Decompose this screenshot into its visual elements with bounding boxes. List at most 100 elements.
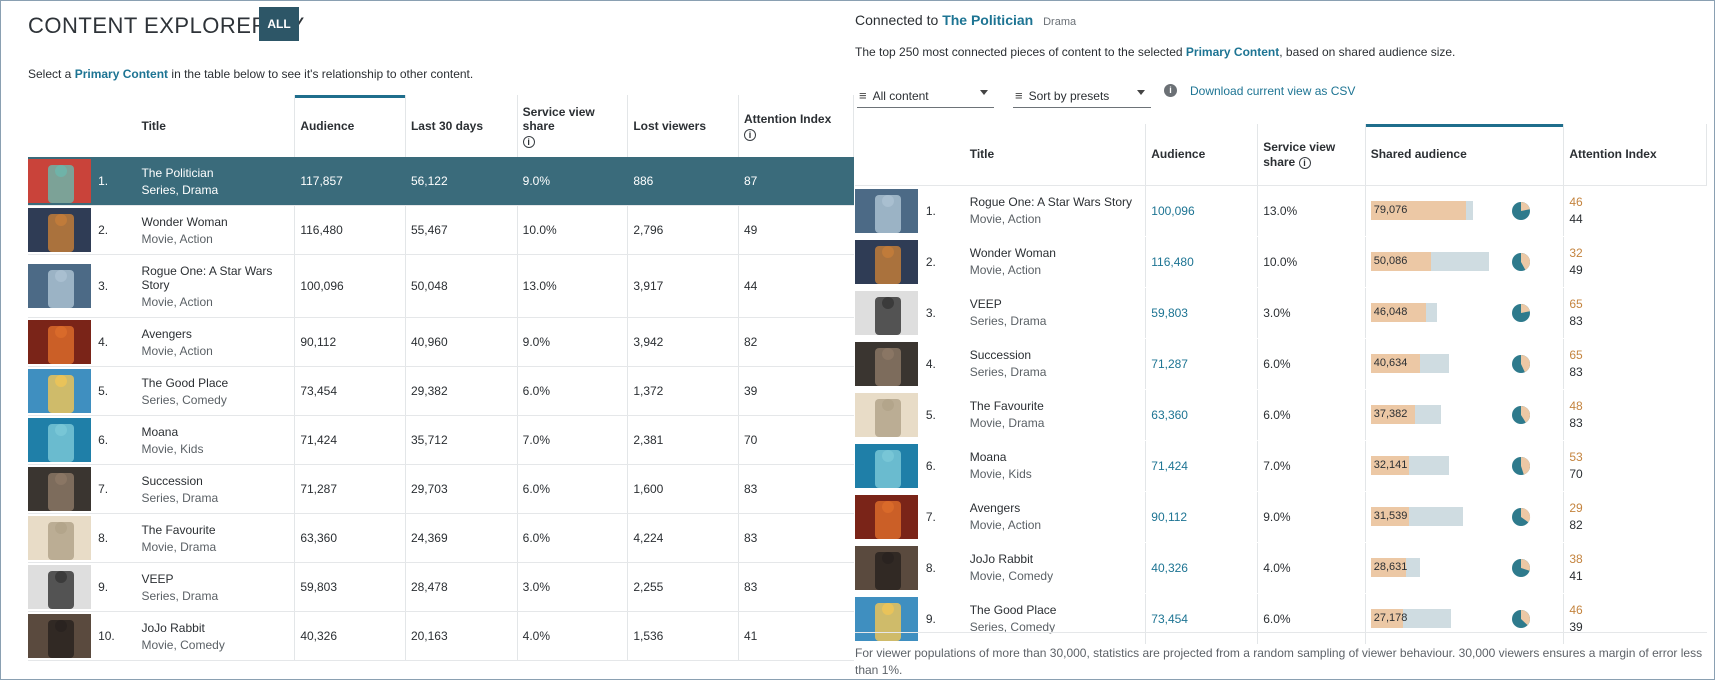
shared-audience-pie (1511, 252, 1530, 271)
info-icon[interactable]: i (1298, 156, 1311, 169)
last-30-days-cell: 35,712 (405, 415, 518, 465)
table-row[interactable]: 4. Avengers Movie, Action 90,112 40,960 9.0% 3… (28, 317, 854, 367)
info-icon[interactable]: i (522, 135, 535, 148)
download-csv-link[interactable]: Download current view as CSV (1190, 84, 1355, 98)
audience-cell: 100,096 (294, 254, 406, 318)
audience-link[interactable]: 116,480 (1151, 255, 1194, 269)
poster-thumbnail (855, 338, 921, 390)
service-share-cell: 10.0% (1257, 236, 1366, 288)
shared-audience-pie (1511, 303, 1530, 322)
rank-cell: 8. (93, 513, 137, 563)
table-row[interactable]: 7. Avengers Movie, Action 90,112 9.0% 31,539 2… (855, 491, 1707, 543)
info-icon[interactable]: i (1164, 84, 1177, 97)
audience-link[interactable]: 59,803 (1151, 306, 1188, 320)
content-filter-dropdown[interactable]: ≡ All content (857, 84, 994, 108)
table-row[interactable]: 7. Succession Series, Drama 71,287 29,703 6.0… (28, 464, 854, 514)
header-service-view-share[interactable]: Service view share i (517, 95, 629, 157)
table-row[interactable]: 9. The Good Place Series, Comedy 73,454 6.0%… (855, 593, 1707, 645)
header-audience[interactable]: Audience (294, 95, 406, 157)
table-row[interactable]: 5. The Good Place Series, Comedy 73,454 29,3… (28, 366, 854, 416)
sort-dropdown[interactable]: ≡ Sort by presets (1013, 84, 1151, 108)
service-share-cell: 6.0% (517, 513, 629, 563)
table-row[interactable]: 4. Succession Series, Drama 71,287 6.0% 40,63… (855, 338, 1707, 390)
audience-cell: 71,424 (1145, 440, 1259, 492)
audience-link[interactable]: 100,096 (1151, 204, 1194, 218)
audience-link[interactable]: 90,112 (1151, 510, 1187, 524)
header-attention-index[interactable]: Attention Index (1563, 124, 1707, 186)
lost-viewers-cell: 3,917 (627, 254, 739, 318)
attention-index-primary: 65 (1569, 348, 1583, 362)
service-share-cell: 6.0% (1257, 338, 1366, 390)
table-row[interactable]: 8. JoJo Rabbit Movie, Comedy 40,326 4.0% 28,6… (855, 542, 1707, 594)
header-lost-viewers[interactable]: Lost viewers (627, 95, 739, 157)
poster-thumbnail (28, 464, 94, 514)
table-row[interactable]: 10. JoJo Rabbit Movie, Comedy 40,326 20,163 4… (28, 611, 854, 661)
table-row[interactable]: 1. Rogue One: A Star Wars Story Movie, Act… (855, 185, 1707, 237)
all-filter-button[interactable]: ALL (259, 7, 299, 41)
shared-audience-bar: 32,141 (1370, 456, 1501, 475)
header-attention-index[interactable]: Attention Index i (738, 95, 855, 157)
instruction-highlight: Primary Content (74, 67, 169, 81)
last-30-days-cell: 29,382 (405, 366, 518, 416)
lost-viewers-cell: 3,942 (627, 317, 739, 367)
lost-viewers-cell: 886 (627, 157, 739, 206)
poster-thumbnail (855, 236, 921, 288)
header-last-30-days[interactable]: Last 30 days (405, 95, 518, 157)
service-share-cell: 9.0% (1257, 491, 1366, 543)
poster-thumbnail (855, 440, 921, 492)
attention-index-cell: 83 (738, 562, 854, 612)
shared-audience-value: 28,631 (1373, 561, 1408, 573)
header-title[interactable]: Title (136, 95, 296, 157)
table-header-row: Title Audience Service view share i Shar… (855, 124, 1707, 186)
audience-link[interactable]: 73,454 (1151, 612, 1188, 626)
table-row[interactable]: 2. Wonder Woman Movie, Action 116,480 55,467… (28, 205, 854, 255)
title-text: The Favourite (969, 399, 1044, 413)
audience-link[interactable]: 71,287 (1151, 357, 1188, 371)
table-row[interactable]: 2. Wonder Woman Movie, Action 116,480 10.0% 5… (855, 236, 1707, 288)
table-row[interactable]: 6. Moana Movie, Kids 71,424 35,712 7.0% 2,381 7… (28, 415, 854, 465)
filter-icon: ≡ (859, 88, 867, 103)
table-row[interactable]: 9. VEEP Series, Drama 59,803 28,478 3.0% 2,255… (28, 562, 854, 612)
audience-cell: 73,454 (1145, 593, 1259, 645)
poster-thumbnail (855, 491, 921, 543)
table-bottom-divider (855, 632, 1707, 633)
connected-title[interactable]: The Politician (942, 12, 1033, 28)
content-explorer-panel: CONTENT EXPLORER BY ALL Select a Primary… (28, 0, 855, 680)
table-row[interactable]: 8. The Favourite Movie, Drama 63,360 24,369 6… (28, 513, 854, 563)
shared-audience-value: 27,178 (1373, 612, 1408, 624)
poster-thumbnail (28, 254, 94, 318)
attention-index-cell: 70 (738, 415, 854, 465)
rank-cell: 3. (93, 254, 137, 318)
info-icon[interactable]: i (743, 128, 756, 141)
attention-index-cell: 41 (738, 611, 854, 661)
attention-index-secondary: 82 (1569, 518, 1583, 532)
title-text: The Good Place (969, 603, 1057, 617)
attention-index-cell: 38 41 (1563, 542, 1707, 594)
title-cell: The Good Place Series, Comedy (964, 593, 1147, 645)
footnote: For viewer populations of more than 30,0… (855, 646, 1703, 677)
header-service-view-share[interactable]: Service view share i (1257, 124, 1366, 186)
last-30-days-cell: 28,478 (405, 562, 518, 612)
attention-index-secondary: 83 (1569, 314, 1583, 328)
audience-link[interactable]: 63,360 (1151, 408, 1188, 422)
audience-link[interactable]: 40,326 (1151, 561, 1188, 575)
service-share-cell: 13.0% (517, 254, 629, 318)
subtitle-text: Movie, Comedy (141, 637, 225, 652)
header-audience[interactable]: Audience (1145, 124, 1259, 186)
shared-audience-pie (1511, 201, 1530, 220)
rank-cell: 5. (920, 389, 965, 441)
table-row[interactable]: 5. The Favourite Movie, Drama 63,360 6.0% 37,… (855, 389, 1707, 441)
table-row[interactable]: 3. VEEP Series, Drama 59,803 3.0% 46,048 65 83 (855, 287, 1707, 339)
table-row[interactable]: 3. Rogue One: A Star Wars Story Movie, Act… (28, 254, 854, 318)
header-title[interactable]: Title (964, 124, 1147, 186)
header-thumb (855, 124, 921, 186)
title-cell: Succession Series, Drama (964, 338, 1147, 390)
table-row[interactable]: 6. Moana Movie, Kids 71,424 7.0% 32,141 53 70 (855, 440, 1707, 492)
audience-link[interactable]: 71,424 (1151, 459, 1188, 473)
subtitle-text: Movie, Action (141, 231, 213, 246)
header-shared-audience[interactable]: Shared audience (1365, 124, 1565, 186)
service-share-cell: 4.0% (517, 611, 629, 661)
rank-cell: 8. (920, 542, 965, 594)
table-row[interactable]: 1. The Politician Series, Drama 117,857 56,1… (28, 157, 854, 206)
title-text: Moana (969, 450, 1007, 464)
